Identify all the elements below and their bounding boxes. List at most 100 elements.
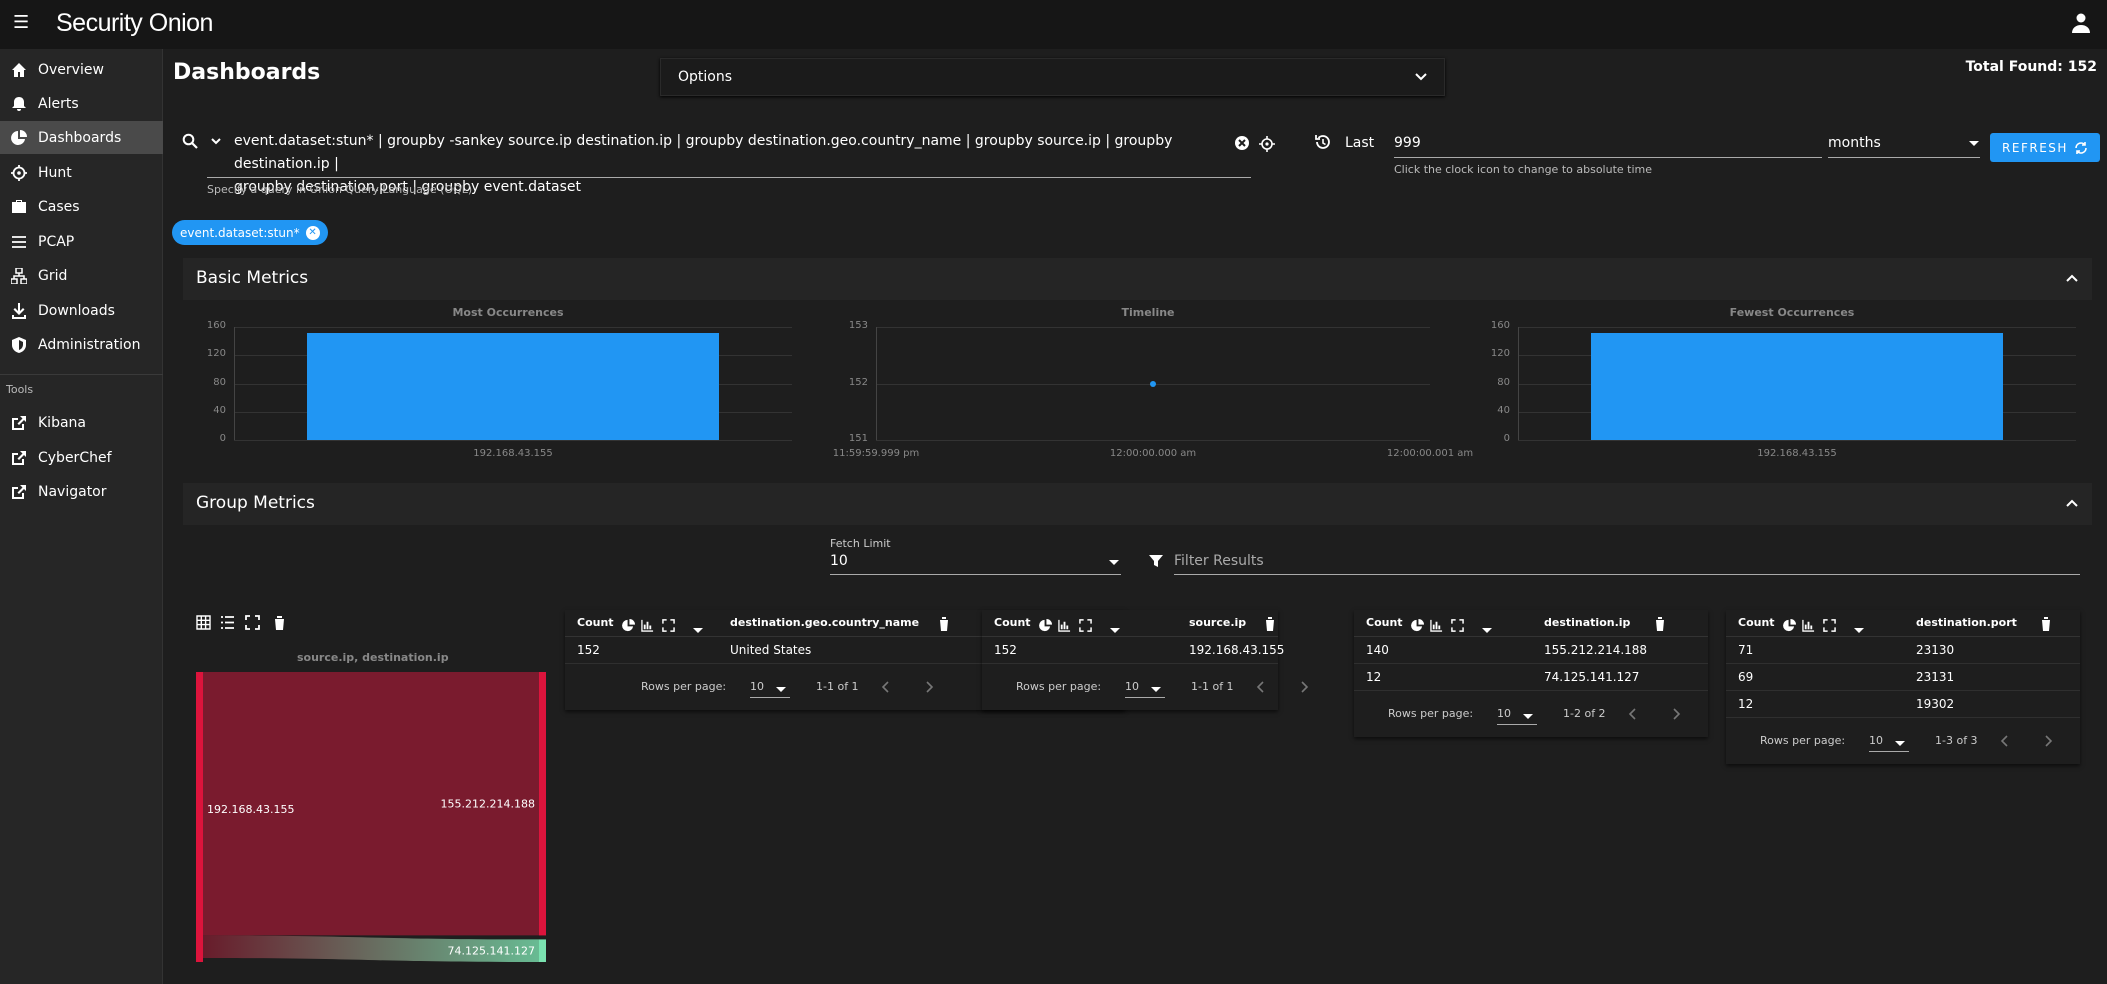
rows-per-page-label: Rows per page: bbox=[1760, 734, 1846, 747]
fullscreen-icon[interactable] bbox=[245, 615, 260, 630]
chevron-left-icon[interactable] bbox=[1628, 708, 1638, 723]
list-icon[interactable] bbox=[220, 615, 235, 630]
sankey-node bbox=[539, 672, 546, 936]
y-tick-label: 160 bbox=[1490, 320, 1510, 331]
chevron-left-icon[interactable] bbox=[881, 681, 891, 696]
count-header[interactable]: Count bbox=[1366, 616, 1403, 629]
chevron-right-icon[interactable] bbox=[924, 681, 934, 696]
fullscreen-icon[interactable] bbox=[662, 617, 675, 636]
sidebar-item-overview[interactable]: Overview bbox=[0, 53, 163, 86]
app-logo[interactable]: Security Onion bbox=[56, 9, 213, 38]
trash-icon[interactable] bbox=[272, 615, 287, 630]
sidebar-item-grid[interactable]: Grid bbox=[0, 259, 163, 292]
fullscreen-icon[interactable] bbox=[1079, 617, 1092, 636]
fetch-limit-select[interactable]: 10 bbox=[830, 553, 848, 569]
clear-icon[interactable] bbox=[1234, 135, 1250, 151]
sidebar-item-hunt[interactable]: Hunt bbox=[0, 156, 163, 189]
table-row[interactable]: 69 23131 bbox=[1726, 664, 2080, 691]
time-unit-select[interactable]: months bbox=[1828, 135, 1881, 151]
bar-chart-icon[interactable] bbox=[641, 617, 654, 636]
briefcase-icon bbox=[10, 198, 28, 216]
pie-chart-icon[interactable] bbox=[1783, 617, 1796, 636]
dropdown-arrow-icon[interactable] bbox=[1969, 141, 1979, 146]
sidebar-item-cyberchef[interactable]: CyberChef bbox=[0, 441, 163, 474]
chevron-left-icon[interactable] bbox=[2000, 735, 2010, 750]
chevron-up-icon[interactable] bbox=[2065, 272, 2079, 286]
rows-per-page-value: 10 bbox=[1869, 734, 1883, 747]
chevron-right-icon[interactable] bbox=[2043, 735, 2053, 750]
pie-chart-icon[interactable] bbox=[622, 617, 635, 636]
count-header[interactable]: Count bbox=[1738, 616, 1775, 629]
table-row[interactable]: 71 23130 bbox=[1726, 637, 2080, 664]
pie-chart-icon[interactable] bbox=[1411, 617, 1424, 636]
sidebar-item-administration[interactable]: Administration bbox=[0, 328, 163, 361]
dropdown-arrow-icon[interactable] bbox=[1109, 560, 1119, 565]
field-header[interactable]: source.ip bbox=[1189, 616, 1246, 629]
trash-icon[interactable] bbox=[938, 616, 950, 635]
y-tick-label: 160 bbox=[206, 320, 226, 331]
filter-chip[interactable]: event.dataset:stun* ✕ bbox=[172, 220, 328, 245]
chevron-right-icon[interactable] bbox=[1299, 681, 1309, 696]
user-icon[interactable] bbox=[2071, 12, 2091, 34]
trash-icon[interactable] bbox=[1264, 616, 1276, 635]
rows-per-page-select[interactable]: 10 bbox=[1125, 680, 1165, 698]
sankey-target-label: 74.125.141.127 bbox=[448, 945, 535, 958]
count-cell: 152 bbox=[577, 643, 600, 657]
refresh-button[interactable]: REFRESH bbox=[1990, 133, 2100, 162]
chevron-left-icon[interactable] bbox=[1256, 681, 1266, 696]
bar-chart-icon[interactable] bbox=[1430, 617, 1443, 636]
field-header[interactable]: destination.ip bbox=[1544, 616, 1630, 629]
sidebar-item-cases[interactable]: Cases bbox=[0, 190, 163, 223]
options-panel[interactable]: Options bbox=[660, 58, 1445, 96]
time-value-input[interactable]: 999 bbox=[1394, 135, 1421, 151]
rows-per-page-select[interactable]: 10 bbox=[1497, 707, 1537, 725]
fullscreen-icon[interactable] bbox=[1823, 617, 1836, 636]
count-header[interactable]: Count bbox=[994, 616, 1031, 629]
chart-title: Most Occurrences bbox=[452, 306, 564, 319]
table-icon[interactable] bbox=[196, 615, 211, 630]
menu-icon[interactable]: ☰ bbox=[13, 14, 29, 32]
bar-chart-icon[interactable] bbox=[1058, 617, 1071, 636]
sidebar-item-kibana[interactable]: Kibana bbox=[0, 406, 163, 439]
dropdown-arrow-icon bbox=[1151, 684, 1161, 697]
sankey-chart: 155.212.214.188 74.125.141.127 192.168.43.… bbox=[196, 672, 546, 962]
trash-icon[interactable] bbox=[1654, 616, 1666, 635]
group-table: Count source.ip 152 192.168.43.155 Rows per … bbox=[982, 610, 1309, 710]
table-row[interactable]: 12 74.125.141.127 bbox=[1354, 664, 1708, 691]
count-header[interactable]: Count bbox=[577, 616, 614, 629]
filter-results-input[interactable]: Filter Results bbox=[1174, 553, 1264, 569]
search-icon[interactable] bbox=[182, 133, 198, 149]
table-row[interactable]: 152 192.168.43.155 bbox=[982, 637, 1284, 664]
basic-metrics-header[interactable]: Basic Metrics bbox=[183, 258, 2092, 300]
crosshair-icon[interactable] bbox=[1259, 136, 1275, 152]
sidebar-item-pcap[interactable]: PCAP bbox=[0, 225, 163, 258]
rows-per-page-select[interactable]: 10 bbox=[750, 680, 790, 698]
rows-per-page-select[interactable]: 10 bbox=[1869, 734, 1909, 752]
chevron-right-icon[interactable] bbox=[1671, 708, 1681, 723]
refresh-icon bbox=[2075, 141, 2087, 154]
sidebar-item-downloads[interactable]: Downloads bbox=[0, 294, 163, 327]
sidebar-item-navigator[interactable]: Navigator bbox=[0, 475, 163, 508]
y-tick-label: 120 bbox=[1490, 348, 1510, 360]
table-row[interactable]: 12 19302 bbox=[1726, 691, 2080, 718]
query-underline bbox=[207, 177, 1251, 178]
chevron-down-icon[interactable] bbox=[210, 135, 222, 147]
filter-icon bbox=[1149, 555, 1163, 567]
close-icon[interactable]: ✕ bbox=[305, 225, 320, 240]
field-header[interactable]: destination.port bbox=[1916, 616, 2017, 629]
sidebar-item-alerts[interactable]: Alerts bbox=[0, 87, 163, 120]
table-row[interactable]: 140 155.212.214.188 bbox=[1354, 637, 1708, 664]
x-tick-label: 192.168.43.155 bbox=[1757, 448, 1837, 459]
chevron-up-icon[interactable] bbox=[2065, 497, 2079, 511]
sidebar-item-dashboards[interactable]: Dashboards bbox=[0, 121, 163, 154]
fullscreen-icon[interactable] bbox=[1451, 617, 1464, 636]
sankey-target-label: 155.212.214.188 bbox=[441, 798, 535, 811]
history-icon[interactable] bbox=[1314, 133, 1332, 151]
trash-icon[interactable] bbox=[2040, 616, 2052, 635]
pie-chart-icon[interactable] bbox=[1039, 617, 1052, 636]
value-cell: United States bbox=[730, 643, 812, 657]
bar-chart-icon[interactable] bbox=[1802, 617, 1815, 636]
query-hint: Specify a query in Onion Query Language … bbox=[207, 183, 473, 196]
group-metrics-header[interactable]: Group Metrics bbox=[183, 483, 2092, 525]
field-header[interactable]: destination.geo.country_name bbox=[730, 616, 919, 629]
